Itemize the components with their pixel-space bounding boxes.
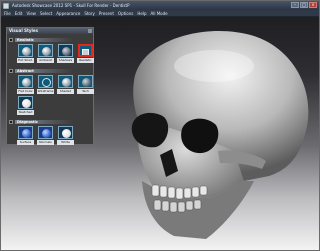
- style-thumb-normals[interactable]: Normals: [37, 126, 54, 145]
- style-thumb-ambient[interactable]: Ambient: [37, 44, 54, 63]
- style-thumb-surface[interactable]: Surface: [17, 126, 34, 145]
- thumb-label: Normals: [37, 140, 54, 145]
- menu-appearance[interactable]: Appearance: [56, 11, 80, 16]
- thumb-label: Wireframe: [37, 89, 54, 94]
- menu-options[interactable]: Options: [118, 11, 133, 16]
- thumb-label: Ambient: [37, 58, 54, 63]
- shadows-sphere-icon: [62, 47, 71, 56]
- wireframe-sphere-icon: [42, 78, 51, 87]
- menu-help[interactable]: Help: [137, 11, 146, 16]
- style-thumb-tech[interactable]: Tech: [77, 75, 94, 94]
- thumb-label: White: [57, 140, 74, 145]
- white-sphere-icon: [62, 129, 71, 138]
- style-thumb-shaded[interactable]: Shaded: [57, 75, 74, 94]
- close-button[interactable]: ×: [309, 2, 317, 8]
- app-window: Autodesk Showcase 2012 SP1 - Skull For R…: [0, 0, 320, 251]
- app-logo-icon: [3, 2, 9, 9]
- menu-edit[interactable]: Edit: [15, 11, 23, 16]
- group-header-realistic[interactable]: Realistic: [9, 37, 73, 42]
- realistic-thumbnails: Hot Shad. Ambient Shadows Realistic: [17, 44, 94, 63]
- 3d-viewport[interactable]: Visual Styles Realistic Hot Shad. Ambien…: [1, 17, 319, 250]
- group-label: Realistic: [15, 37, 73, 42]
- surface-sphere-icon: [22, 129, 31, 138]
- sketched-sphere-icon: [22, 99, 31, 108]
- tech-sphere-icon: [82, 78, 91, 87]
- collapse-toggle-icon[interactable]: [9, 119, 13, 124]
- group-header-abstract[interactable]: Abstract: [9, 68, 73, 73]
- shaded-abstract-icon: [62, 78, 71, 87]
- style-thumb-white[interactable]: White: [57, 126, 74, 145]
- thumb-label: Shadows: [57, 58, 74, 63]
- abstract-thumbnails-row1: Flat Color Wireframe Shaded Tech: [17, 75, 94, 94]
- skull-model[interactable]: [94, 21, 318, 246]
- style-thumb-flat-color[interactable]: Flat Color: [17, 75, 34, 94]
- ambient-sphere-icon: [42, 47, 51, 56]
- thumb-label: Tech: [77, 89, 94, 94]
- group-label: Abstract: [15, 68, 73, 73]
- visual-styles-panel: Visual Styles Realistic Hot Shad. Ambien…: [6, 27, 94, 145]
- collapse-toggle-icon[interactable]: [9, 68, 13, 73]
- abstract-thumbnails-row2: Sketched: [17, 96, 34, 115]
- thumb-label: Sketched: [17, 110, 34, 115]
- menu-file[interactable]: File: [4, 11, 11, 16]
- panel-close-icon[interactable]: [88, 29, 92, 33]
- minimize-button[interactable]: –: [291, 2, 299, 8]
- window-controls: – □ ×: [291, 2, 317, 8]
- flat-color-sphere-icon: [22, 78, 31, 87]
- diagnostic-thumbnails: Surface Normals White: [17, 126, 74, 145]
- group-label: Diagnostic: [15, 119, 73, 124]
- style-thumb-shadows[interactable]: Shadows: [57, 44, 74, 63]
- collapse-toggle-icon[interactable]: [9, 37, 13, 42]
- menu-story[interactable]: Story: [84, 11, 95, 16]
- thumb-label: Surface: [17, 140, 34, 145]
- panel-title: Visual Styles: [7, 28, 93, 34]
- thumb-label: Shaded: [57, 89, 74, 94]
- thumb-label: Realistic: [77, 58, 94, 63]
- group-header-diagnostic[interactable]: Diagnostic: [9, 119, 73, 124]
- menu-view[interactable]: View: [26, 11, 36, 16]
- menu-select[interactable]: Select: [40, 11, 52, 16]
- realistic-cube-icon: [82, 49, 89, 55]
- thumb-label: Hot Shad.: [17, 58, 34, 63]
- style-thumb-hot-shaded[interactable]: Hot Shad.: [17, 44, 34, 63]
- shaded-sphere-icon: [22, 47, 31, 56]
- menu-bar: File Edit View Select Appearance Story P…: [1, 10, 319, 17]
- menu-all-mode[interactable]: All Mode: [150, 11, 167, 16]
- style-thumb-wireframe[interactable]: Wireframe: [37, 75, 54, 94]
- title-bar: Autodesk Showcase 2012 SP1 - Skull For R…: [1, 1, 319, 10]
- thumb-label: Flat Color: [17, 89, 34, 94]
- style-thumb-sketched[interactable]: Sketched: [17, 96, 34, 115]
- window-title: Autodesk Showcase 2012 SP1 - Skull For R…: [12, 3, 130, 8]
- maximize-button[interactable]: □: [300, 2, 308, 8]
- menu-present[interactable]: Present: [99, 11, 114, 16]
- style-thumb-realistic[interactable]: Realistic: [77, 44, 94, 63]
- normals-sphere-icon: [42, 129, 51, 138]
